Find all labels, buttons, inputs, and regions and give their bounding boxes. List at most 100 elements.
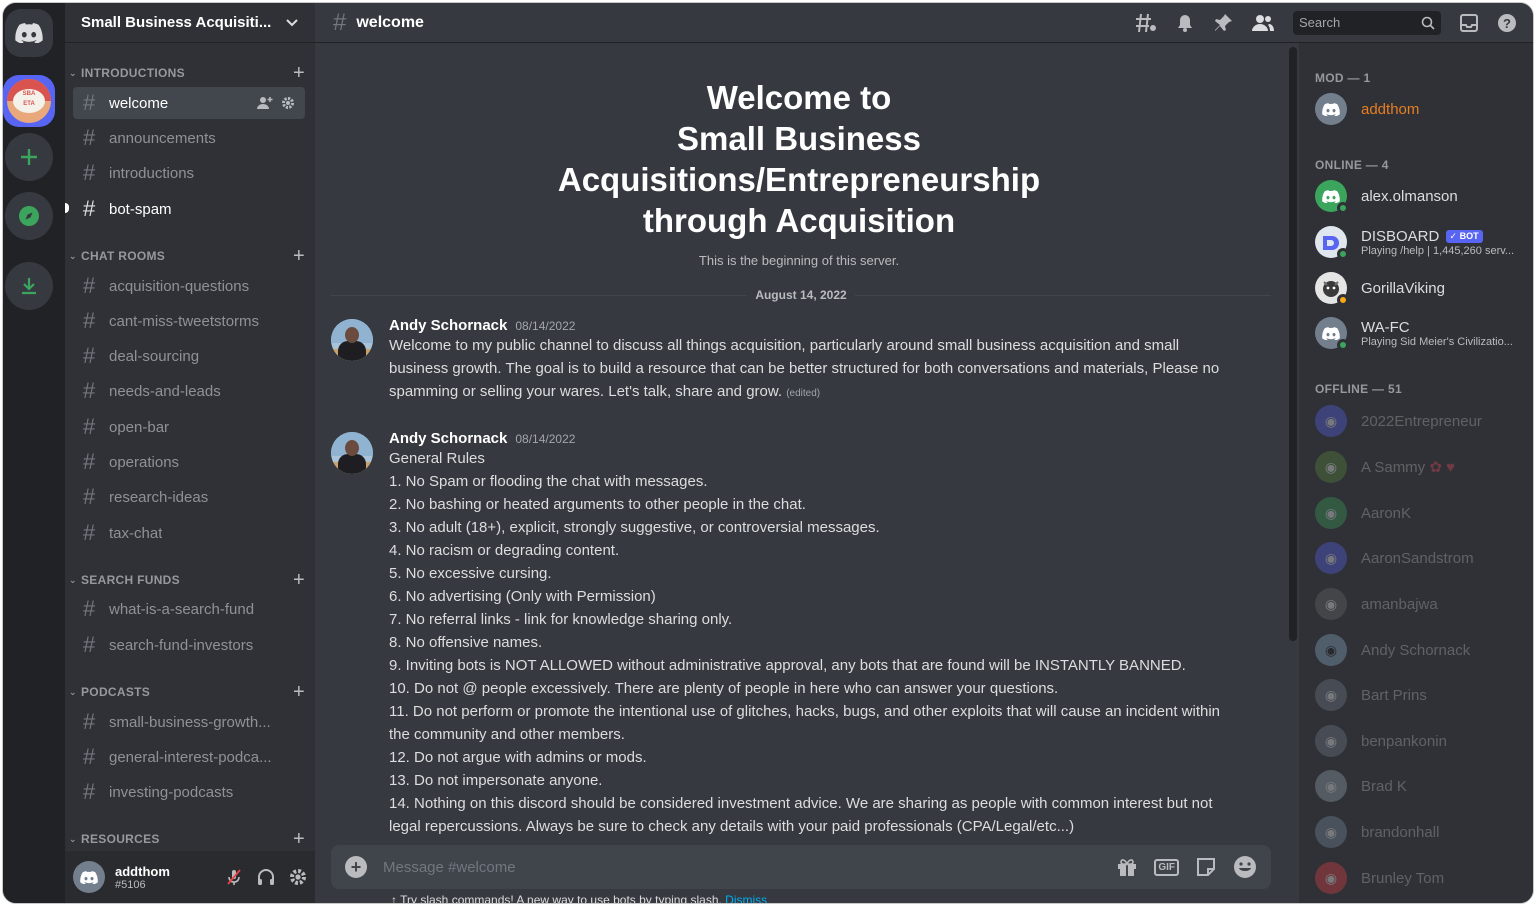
channel-acquisition-questions[interactable]: # acquisition-questions	[73, 270, 305, 302]
message: Andy Schornack 08/14/2022 Welcome to my …	[331, 317, 1231, 405]
channel-name: introductions	[109, 164, 195, 182]
settings-gear-icon[interactable]	[289, 868, 307, 886]
server-icon-sba[interactable]: SBA ETA	[7, 79, 51, 123]
member-item[interactable]: addthom	[1315, 89, 1531, 129]
gift-icon[interactable]	[1116, 856, 1138, 878]
create-channel-plus-icon[interactable]: +	[293, 569, 305, 592]
member-item[interactable]: ◉ 2022Entrepreneur	[1315, 401, 1531, 441]
member-item[interactable]: ◉ Brunley Tom	[1315, 858, 1531, 898]
server-header[interactable]: Small Business Acquisiti...	[65, 3, 315, 43]
notification-bell-icon[interactable]	[1175, 13, 1195, 33]
add-server-button[interactable]	[5, 133, 53, 181]
member-item[interactable]: ◉ amanbajwa	[1315, 584, 1531, 624]
channel-research-ideas[interactable]: # research-ideas	[73, 481, 305, 513]
channel-what-is-a-search-fund[interactable]: # what-is-a-search-fund	[73, 593, 305, 625]
message-input[interactable]	[383, 858, 1117, 876]
inbox-icon[interactable]	[1459, 13, 1479, 33]
channel-cant-miss-tweetstorms[interactable]: # cant-miss-tweetstorms	[73, 305, 305, 337]
category-podcasts[interactable]: ⌄ PODCASTS +	[69, 681, 305, 704]
channel-bot-spam[interactable]: # bot-spam	[65, 193, 305, 225]
hash-icon: #	[83, 160, 96, 185]
author-avatar[interactable]	[331, 432, 373, 474]
emoji-icon[interactable]	[1233, 855, 1257, 879]
welcome-heading: Welcome to Small Business Acquisitions/E…	[315, 77, 1283, 241]
member-item[interactable]: alex.olmanson	[1315, 176, 1531, 216]
sticker-icon[interactable]	[1195, 856, 1217, 878]
member-name: brandonhall	[1361, 823, 1440, 841]
gear-icon[interactable]	[281, 96, 295, 110]
headphones-icon[interactable]	[257, 868, 275, 886]
home-button[interactable]	[5, 9, 53, 57]
welcome-title-line: Welcome to	[706, 79, 892, 116]
download-apps-button[interactable]	[5, 262, 53, 310]
channel-introductions[interactable]: # introductions	[73, 157, 305, 189]
dismiss-link[interactable]: Dismiss	[725, 893, 767, 903]
member-list-icon[interactable]	[1251, 13, 1275, 33]
pin-icon[interactable]	[1213, 13, 1233, 33]
member-item[interactable]: DISBOARD ✓ BOT Playing /help | 1,445,260…	[1315, 222, 1531, 262]
mute-microphone-icon[interactable]	[225, 868, 243, 886]
rule-item: 11. Do not perform or promote the intent…	[389, 703, 1221, 743]
discord-logo-icon	[1322, 102, 1340, 116]
member-item[interactable]: GorillaViking	[1315, 268, 1531, 308]
create-channel-plus-icon[interactable]: +	[293, 62, 305, 85]
server-icon-text-top: SBA	[22, 91, 36, 97]
channel-operations[interactable]: # operations	[73, 446, 305, 478]
member-item[interactable]: ◉ Andy Schornack	[1315, 630, 1531, 670]
channel-search-fund-investors[interactable]: # search-fund-investors	[73, 629, 305, 661]
threads-icon[interactable]	[1135, 13, 1157, 33]
category-resources[interactable]: ⌄ RESOURCES +	[69, 828, 305, 851]
date-divider: August 14, 2022	[331, 287, 1271, 303]
search-input[interactable]: Search	[1293, 10, 1441, 35]
user-avatar[interactable]	[73, 861, 105, 893]
member-item[interactable]: WA-FC Playing Sid Meier's Civilizatio...	[1315, 313, 1531, 353]
member-item[interactable]: ◉ brandonhall	[1315, 812, 1531, 852]
scrollbar-thumb[interactable]	[1289, 47, 1297, 641]
channel-small-business-growth[interactable]: # small-business-growth...	[73, 706, 305, 738]
member-item[interactable]: ◉ Bart Prins	[1315, 675, 1531, 715]
create-channel-plus-icon[interactable]: +	[293, 828, 305, 851]
category-search-funds[interactable]: ⌄ SEARCH FUNDS +	[69, 569, 305, 592]
channel-needs-and-leads[interactable]: # needs-and-leads	[73, 375, 305, 407]
server-name: Small Business Acquisiti...	[81, 14, 272, 31]
create-channel-plus-icon[interactable]: +	[293, 681, 305, 704]
member-item[interactable]: ◉ AaronSandstrom	[1315, 538, 1531, 578]
discord-logo-icon	[1322, 189, 1340, 203]
photo-avatar-icon: ◉	[1324, 777, 1338, 794]
hash-icon: #	[83, 632, 96, 657]
channel-tax-chat[interactable]: # tax-chat	[73, 517, 305, 549]
author-avatar[interactable]	[331, 319, 373, 361]
discord-window: SBA ETA Small Business Acquisiti... ⌄ INT…	[2, 2, 1534, 904]
explore-servers-button[interactable]	[5, 192, 53, 240]
channel-deal-sourcing[interactable]: # deal-sourcing	[73, 340, 305, 372]
help-icon[interactable]: ?	[1497, 13, 1517, 33]
member-item[interactable]: ◉ AaronK	[1315, 493, 1531, 533]
hash-icon: #	[333, 8, 347, 36]
category-label: INTRODUCTIONS	[81, 66, 185, 80]
member-item[interactable]: ◉ benpankonin	[1315, 721, 1531, 761]
member-item[interactable]: ◉ A Sammy ✿ ♥	[1315, 447, 1531, 487]
upload-plus-button[interactable]: +	[345, 856, 367, 878]
category-introductions[interactable]: ⌄ INTRODUCTIONS +	[69, 62, 305, 85]
channel-welcome[interactable]: # welcome	[73, 87, 305, 119]
create-channel-plus-icon[interactable]: +	[293, 245, 305, 268]
scrollbar[interactable]	[1289, 47, 1297, 641]
channel-investing-podcasts[interactable]: # investing-podcasts	[73, 776, 305, 808]
channel-name: announcements	[109, 129, 216, 147]
gif-button[interactable]: GIF	[1154, 858, 1179, 876]
member-name: alex.olmanson	[1361, 187, 1458, 205]
member-avatar	[1315, 93, 1347, 125]
discord-logo-icon: ◉	[1324, 504, 1338, 521]
channel-open-bar[interactable]: # open-bar	[73, 411, 305, 443]
invite-member-icon[interactable]	[257, 96, 273, 110]
category-chat-rooms[interactable]: ⌄ CHAT ROOMS +	[69, 245, 305, 268]
message-author[interactable]: Andy Schornack	[389, 317, 507, 334]
member-item[interactable]: ◉ Brad K	[1315, 766, 1531, 806]
message-author[interactable]: Andy Schornack	[389, 430, 507, 447]
channel-name: cant-miss-tweetstorms	[109, 312, 260, 330]
online-status-dot	[1337, 339, 1349, 351]
hash-icon: #	[83, 744, 96, 769]
channel-name: search-fund-investors	[109, 636, 254, 654]
channel-announcements[interactable]: # announcements	[73, 122, 305, 154]
channel-general-interest-podcasts[interactable]: # general-interest-podca...	[73, 741, 305, 773]
